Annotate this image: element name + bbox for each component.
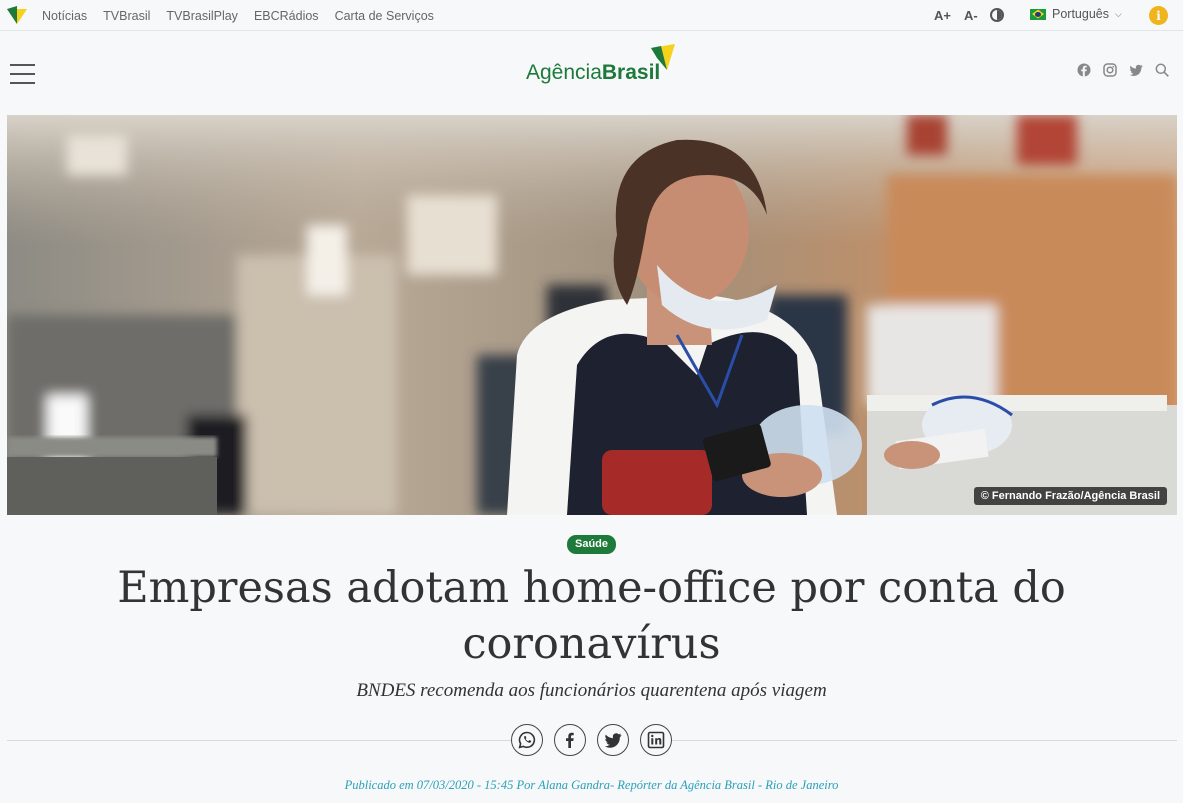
linkedin-icon — [647, 731, 665, 749]
hero-photo: © Fernando Frazão/Agência Brasil — [7, 115, 1177, 515]
twitter-icon — [604, 733, 622, 748]
top-utility-bar: Notícias TVBrasil TVBrasilPlay EBCRádios… — [0, 0, 1183, 31]
photo-credit: © Fernando Frazão/Agência Brasil — [973, 487, 1167, 505]
top-nav-item-tvbrasil[interactable]: TVBrasil — [103, 9, 150, 23]
brand-mark-icon — [651, 44, 675, 70]
ebc-logo-icon[interactable] — [7, 6, 27, 24]
whatsapp-icon — [518, 731, 536, 749]
article-byline: Publicado em 07/03/2020 - 15:45 Por Alan… — [344, 778, 839, 792]
social-links — [1077, 63, 1169, 77]
menu-icon[interactable] — [10, 64, 35, 84]
article-title: Empresas adotam home-office por conta do… — [117, 563, 1066, 669]
contrast-icon[interactable] — [990, 8, 1004, 22]
hero-photo-illustration — [7, 115, 1177, 515]
whatsapp-share-button[interactable] — [511, 724, 543, 756]
instagram-icon[interactable] — [1103, 63, 1117, 77]
category-tag[interactable]: Saúde — [567, 535, 617, 554]
facebook-icon[interactable] — [1077, 63, 1091, 77]
share-buttons — [511, 724, 672, 756]
search-icon[interactable] — [1155, 63, 1169, 77]
brazil-flag-icon — [1030, 8, 1046, 20]
facebook-icon — [566, 732, 574, 748]
top-nav-item-noticias[interactable]: Notícias — [42, 9, 87, 23]
twitter-icon[interactable] — [1129, 63, 1143, 77]
top-nav: Notícias TVBrasil TVBrasilPlay EBCRádios… — [42, 0, 434, 31]
language-label: Português — [1052, 7, 1109, 21]
font-decrease-button[interactable]: A- — [964, 8, 978, 23]
language-selector[interactable]: Português ⌵ — [1030, 7, 1122, 21]
twitter-share-button[interactable] — [597, 724, 629, 756]
brand-name-light: Agência — [526, 61, 602, 84]
facebook-share-button[interactable] — [554, 724, 586, 756]
linkedin-share-button[interactable] — [640, 724, 672, 756]
chevron-down-icon: ⌵ — [1114, 8, 1122, 19]
top-nav-item-carta-de-servicos[interactable]: Carta de Serviços — [335, 9, 434, 23]
info-icon[interactable]: i — [1149, 6, 1168, 25]
top-nav-item-ebcradios[interactable]: EBCRádios — [254, 9, 319, 23]
article-subtitle: BNDES recomenda aos funcionários quarent… — [356, 680, 827, 701]
font-increase-button[interactable]: A+ — [934, 8, 951, 23]
site-header: Agência Brasil — [0, 31, 1183, 115]
agencia-brasil-logo[interactable]: Agência Brasil — [526, 44, 675, 86]
top-nav-item-tvbrasilplay[interactable]: TVBrasilPlay — [166, 9, 238, 23]
